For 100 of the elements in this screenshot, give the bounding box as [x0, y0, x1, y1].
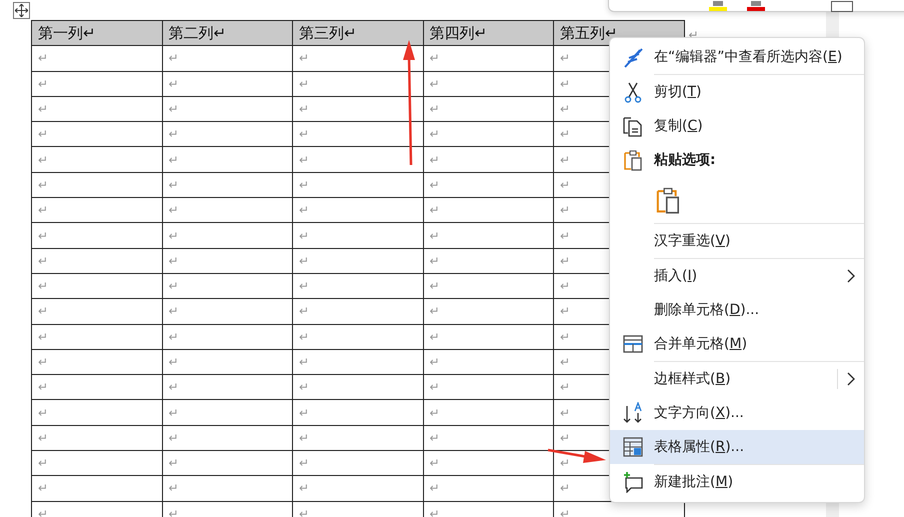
text-direction-icon — [622, 402, 644, 424]
paragraph-mark: ↵ — [299, 380, 310, 394]
paragraph-mark: ↵ — [560, 456, 570, 470]
move-icon — [15, 4, 28, 17]
paragraph-mark: ↵ — [560, 127, 570, 142]
paragraph-mark: ↵ — [430, 178, 440, 192]
paragraph-mark: ↵ — [168, 304, 179, 318]
paragraph-mark: ↵ — [38, 456, 48, 470]
paragraph-mark: ↵ — [168, 127, 179, 142]
menu-item[interactable]: 在“编辑器”中查看所选内容(E) — [654, 46, 842, 68]
menu-item[interactable]: 边框样式(B) — [654, 368, 731, 390]
table-properties-icon — [622, 436, 644, 458]
paragraph-mark: ↵ — [299, 178, 310, 192]
clipboard-icon — [622, 149, 644, 171]
paragraph-mark: ↵ — [430, 51, 440, 66]
paragraph-mark: ↵ — [560, 228, 570, 243]
paragraph-mark: ↵ — [168, 254, 179, 268]
paragraph-mark: ↵ — [430, 152, 440, 167]
paste-options-heading: 粘贴选项: — [654, 150, 716, 170]
menu-item[interactable]: 删除单元格(D)... — [654, 300, 760, 320]
menu-item[interactable]: 文字方向(X)... — [654, 402, 744, 424]
comment-icon — [622, 471, 644, 493]
paragraph-mark: ↵ — [430, 102, 440, 116]
paragraph-mark: ↵ — [168, 152, 179, 167]
table-move-handle[interactable] — [13, 2, 30, 19]
paragraph-mark: ↵ — [168, 330, 179, 344]
paragraph-mark: ↵ — [430, 380, 440, 394]
paragraph-mark: ↵ — [560, 380, 570, 394]
paragraph-mark: ↵ — [168, 380, 179, 394]
paragraph-mark: ↵ — [430, 203, 440, 218]
paragraph-mark: ↵ — [560, 304, 570, 318]
paragraph-mark: ↵ — [168, 430, 179, 445]
paragraph-mark: ↵ — [38, 76, 48, 91]
menu-item[interactable]: 汉字重选(V) — [654, 230, 731, 252]
menu-item[interactable]: 复制(C) — [654, 116, 703, 136]
paragraph-mark: ↵ — [430, 481, 440, 496]
paragraph-mark: ↵ — [38, 203, 48, 218]
paragraph-mark: ↵ — [38, 279, 48, 294]
paragraph-mark: ↵ — [560, 506, 570, 517]
paragraph-mark: ↵ — [299, 102, 310, 116]
paragraph-mark: ↵ — [168, 279, 179, 294]
paragraph-mark: ↵ — [560, 102, 570, 116]
paragraph-mark: ↵ — [38, 380, 48, 394]
paragraph-mark: ↵ — [168, 506, 179, 517]
paragraph-mark: ↵ — [38, 254, 48, 268]
paragraph-mark: ↵ — [560, 76, 570, 91]
paragraph-mark: ↵ — [560, 178, 570, 192]
paragraph-mark: ↵ — [430, 228, 440, 243]
paragraph-mark: ↵ — [299, 506, 310, 517]
paragraph-mark: ↵ — [38, 102, 48, 116]
paragraph-mark: ↵ — [168, 355, 179, 369]
paragraph-mark: ↵ — [430, 355, 440, 369]
paragraph-mark: ↵ — [299, 456, 310, 470]
paragraph-mark: ↵ — [430, 406, 440, 420]
menu-item[interactable]: 剪切(T) — [654, 82, 702, 102]
paragraph-mark: ↵ — [430, 254, 440, 268]
paragraph-mark: ↵ — [168, 481, 179, 496]
paragraph-mark: ↵ — [560, 406, 570, 420]
menu-item[interactable]: 新建批注(M) — [654, 472, 734, 492]
font-color-icon[interactable] — [747, 1, 765, 11]
paragraph-mark: ↵ — [38, 481, 48, 496]
paragraph-mark: ↵ — [299, 228, 310, 243]
paragraph-mark: ↵ — [299, 51, 310, 66]
paragraph-mark: ↵ — [168, 456, 179, 470]
paragraph-mark: ↵ — [430, 330, 440, 344]
paragraph-mark: ↵ — [560, 254, 570, 268]
paragraph-mark: ↵ — [430, 430, 440, 445]
border-icon[interactable] — [831, 1, 853, 12]
paragraph-mark: ↵ — [168, 203, 179, 218]
table-icon — [622, 333, 644, 355]
paragraph-mark: ↵ — [38, 127, 48, 142]
paragraph-mark: ↵ — [38, 304, 48, 318]
paragraph-mark: ↵ — [299, 76, 310, 91]
paragraph-mark: ↵ — [560, 481, 570, 496]
paste-button[interactable] — [654, 186, 682, 214]
paragraph-mark: ↵ — [560, 279, 570, 294]
paragraph-mark: ↵ — [430, 506, 440, 517]
menu-item[interactable]: 合并单元格(M) — [654, 334, 748, 354]
highlight-icon[interactable] — [709, 1, 727, 11]
paragraph-mark: ↵ — [430, 127, 440, 142]
paragraph-mark: ↵ — [38, 152, 48, 167]
column-header: 第三列↵ — [292, 20, 423, 46]
paragraph-mark: ↵ — [38, 228, 48, 243]
pen-icon — [622, 46, 644, 68]
paragraph-mark: ↵ — [560, 355, 570, 369]
menu-item[interactable]: 插入(I) — [654, 266, 698, 286]
paragraph-mark: ↵ — [560, 330, 570, 344]
paragraph-mark: ↵ — [299, 279, 310, 294]
paragraph-mark: ↵ — [430, 76, 440, 91]
paragraph-mark: ↵ — [299, 406, 310, 420]
paragraph-mark: ↵ — [38, 406, 48, 420]
paragraph-mark: ↵ — [430, 456, 440, 470]
paragraph-mark: ↵ — [299, 254, 310, 268]
paragraph-mark: ↵ — [299, 430, 310, 445]
paragraph-mark: ↵ — [299, 304, 310, 318]
paragraph-mark: ↵ — [168, 178, 179, 192]
paragraph-mark: ↵ — [299, 481, 310, 496]
paragraph-mark: ↵ — [430, 304, 440, 318]
paragraph-mark: ↵ — [168, 406, 179, 420]
paragraph-mark: ↵ — [38, 178, 48, 192]
